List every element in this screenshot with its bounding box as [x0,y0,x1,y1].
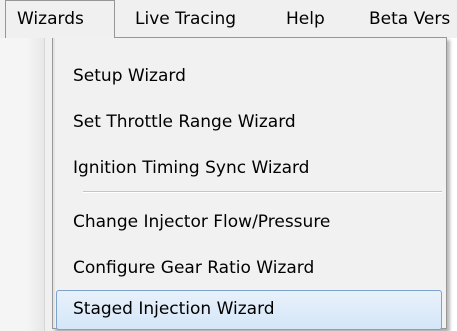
menu-item-label: Change Injector Flow/Pressure [73,212,331,232]
menu-item-label: Ignition Timing Sync Wizard [73,158,310,178]
menu-item-ignition-timing-sync-wizard[interactable]: Ignition Timing Sync Wizard [56,149,442,189]
menu-item-label: Configure Gear Ratio Wizard [73,258,315,278]
menu-item-label: Set Throttle Range Wizard [73,112,296,132]
menu-help[interactable]: Help [286,0,325,38]
wizards-dropdown-menu: Setup Wizard Set Throttle Range Wizard I… [52,37,447,330]
menu-separator [83,191,442,193]
menu-item-configure-gear-ratio-wizard[interactable]: Configure Gear Ratio Wizard [56,249,442,289]
app-divider [44,38,45,331]
menu-item-label: Setup Wizard [73,66,186,86]
app-content-edge [447,38,457,331]
menu-item-setup-wizard[interactable]: Setup Wizard [56,57,442,97]
menu-live-tracing[interactable]: Live Tracing [135,0,236,38]
menu-bar: Wizards Live Tracing Help Beta Vers [0,0,457,38]
menu-item-change-injector-flow-pressure[interactable]: Change Injector Flow/Pressure [56,203,442,243]
menu-beta-version[interactable]: Beta Vers [369,0,457,38]
menu-item-label: Staged Injection Wizard [73,299,275,319]
menu-wizards[interactable]: Wizards [5,0,115,38]
app-window-background [0,38,44,331]
menu-item-staged-injection-wizard[interactable]: Staged Injection Wizard [56,290,442,330]
menu-gutter [53,38,55,328]
menu-item-set-throttle-range-wizard[interactable]: Set Throttle Range Wizard [56,103,442,143]
